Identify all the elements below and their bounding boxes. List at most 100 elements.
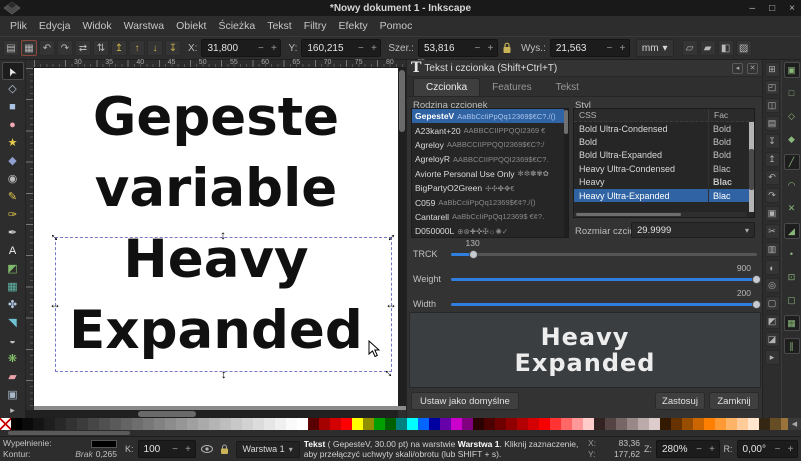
selection-handle-w[interactable]: ↔: [49, 299, 61, 309]
lower-icon[interactable]: ↓: [147, 40, 163, 56]
weight-slider-track[interactable]: [451, 278, 757, 281]
horizontal-scrollbar-thumb[interactable]: [138, 411, 196, 417]
snap-cusp-nodes-icon[interactable]: ◢: [784, 223, 800, 239]
snap-bbox-corners-icon[interactable]: ◆: [784, 131, 800, 147]
commands-overflow-icon[interactable]: ▸: [765, 350, 780, 365]
snap-enable-icon[interactable]: ▣: [784, 62, 800, 78]
color-swatch[interactable]: [594, 418, 605, 430]
x-decrement-button[interactable]: −: [254, 43, 267, 54]
palette-scroll-left-icon[interactable]: ◀: [788, 418, 801, 430]
node-editor-tool[interactable]: ◇: [2, 80, 24, 98]
menu-item-8[interactable]: Efekty: [332, 20, 373, 32]
color-swatch[interactable]: [726, 418, 737, 430]
color-swatch[interactable]: [660, 418, 671, 430]
calligraphy-tool[interactable]: ✒: [2, 224, 24, 242]
color-swatch[interactable]: [715, 418, 726, 430]
zoom-input[interactable]: 280%: [657, 444, 693, 455]
height-increment-button[interactable]: +: [616, 43, 629, 54]
duplicate-icon[interactable]: ◩: [765, 314, 780, 329]
opacity-increment-button[interactable]: +: [182, 444, 195, 455]
dropper-tool[interactable]: ✤: [2, 296, 24, 314]
x-input[interactable]: 31,800: [202, 43, 254, 54]
rotate-cw-icon[interactable]: ↷: [57, 40, 73, 56]
style-row[interactable]: HeavyBlac: [574, 176, 754, 189]
color-swatch[interactable]: [66, 418, 77, 430]
color-swatch[interactable]: [22, 418, 33, 430]
color-swatch[interactable]: [407, 418, 418, 430]
color-swatch[interactable]: [671, 418, 682, 430]
box-3d-tool[interactable]: ◆: [2, 152, 24, 170]
color-swatch[interactable]: [451, 418, 462, 430]
copy-icon[interactable]: ▣: [765, 206, 780, 221]
spiral-tool[interactable]: ◉: [2, 170, 24, 188]
style-row[interactable]: Heavy Ultra-CondensedBlac: [574, 162, 754, 175]
dock-icon[interactable]: ◂: [732, 63, 743, 74]
color-swatch[interactable]: [495, 418, 506, 430]
height-input[interactable]: 21,563: [551, 43, 603, 54]
width-decrement-button[interactable]: −: [471, 43, 484, 54]
color-swatch[interactable]: [308, 418, 319, 430]
minimize-button[interactable]: –: [750, 3, 756, 14]
color-swatch[interactable]: [616, 418, 627, 430]
save-document-icon[interactable]: ◫: [765, 98, 780, 113]
flip-horizontal-icon[interactable]: ⇄: [75, 40, 91, 56]
stroke-width-value[interactable]: 0,265: [96, 449, 117, 460]
unit-select[interactable]: mm▾: [636, 39, 674, 57]
color-swatch[interactable]: [264, 418, 275, 430]
layer-lock-icon[interactable]: [218, 442, 232, 456]
color-swatch[interactable]: [396, 418, 407, 430]
apply-button[interactable]: Zastosuj: [655, 392, 705, 410]
color-swatch[interactable]: [242, 418, 253, 430]
import-icon[interactable]: ↧: [765, 134, 780, 149]
snap-intersections-icon[interactable]: ✕: [784, 200, 800, 216]
new-document-icon[interactable]: ⊞: [765, 62, 780, 77]
font-row[interactable]: Aviorte Personal Use Only✻✼✽✾✿: [412, 167, 568, 181]
menu-item-7[interactable]: Filtry: [298, 20, 333, 32]
close-dialog-button[interactable]: Zamknij: [709, 392, 759, 410]
snap-bbox-icon[interactable]: □: [784, 85, 800, 101]
palette-scrollbar-thumb[interactable]: [8, 431, 130, 435]
gradient-tool[interactable]: ◩: [2, 260, 24, 278]
ellipse-tool[interactable]: ●: [2, 116, 24, 134]
color-swatch[interactable]: [77, 418, 88, 430]
color-swatch[interactable]: [99, 418, 110, 430]
vertical-scrollbar[interactable]: [398, 68, 406, 406]
font-row[interactable]: C059AaBbCcIiPpQq12369$€¢?./(): [412, 195, 568, 209]
transform-pattern-icon[interactable]: ▨: [736, 40, 752, 56]
color-swatch[interactable]: [198, 418, 209, 430]
horizontal-scrollbar[interactable]: [26, 410, 398, 418]
zoom-decrement-button[interactable]: −: [693, 444, 706, 455]
paste-icon[interactable]: ▥: [765, 242, 780, 257]
opacity-input[interactable]: 100: [139, 444, 169, 455]
height-decrement-button[interactable]: −: [603, 43, 616, 54]
rotation-decrement-button[interactable]: −: [771, 444, 784, 455]
create-clone-icon[interactable]: ◪: [765, 332, 780, 347]
selector-tool[interactable]: ➤: [2, 62, 24, 80]
width-increment-button[interactable]: +: [484, 43, 497, 54]
width-slider-track[interactable]: [451, 303, 757, 306]
color-swatch[interactable]: [110, 418, 121, 430]
selection-handle-sw[interactable]: ↔: [97, 246, 349, 406]
snap-nodes-icon[interactable]: ╱: [784, 154, 800, 170]
color-swatch[interactable]: [143, 418, 154, 430]
pencil-tool[interactable]: ✎: [2, 188, 24, 206]
color-swatch[interactable]: [165, 418, 176, 430]
fill-color-swatch[interactable]: [91, 440, 117, 448]
color-swatch[interactable]: [572, 418, 583, 430]
color-swatch[interactable]: [253, 418, 264, 430]
font-row[interactable]: AgreloyAABBCCIIPPQQI2369$€C?:/: [412, 138, 568, 152]
color-swatch[interactable]: [11, 418, 22, 430]
color-swatch[interactable]: [121, 418, 132, 430]
color-swatch[interactable]: [132, 418, 143, 430]
color-swatch[interactable]: [363, 418, 374, 430]
y-decrement-button[interactable]: −: [354, 43, 367, 54]
color-swatch[interactable]: [682, 418, 693, 430]
weight-slider-handle[interactable]: [752, 275, 761, 284]
export-icon[interactable]: ↥: [765, 152, 780, 167]
raise-icon[interactable]: ↑: [129, 40, 145, 56]
selection-handle-s[interactable]: ↕: [221, 369, 227, 379]
cut-icon[interactable]: ✂: [765, 224, 780, 239]
color-swatch[interactable]: [33, 418, 44, 430]
menu-item-6[interactable]: Tekst: [261, 20, 298, 32]
color-swatch[interactable]: [473, 418, 484, 430]
